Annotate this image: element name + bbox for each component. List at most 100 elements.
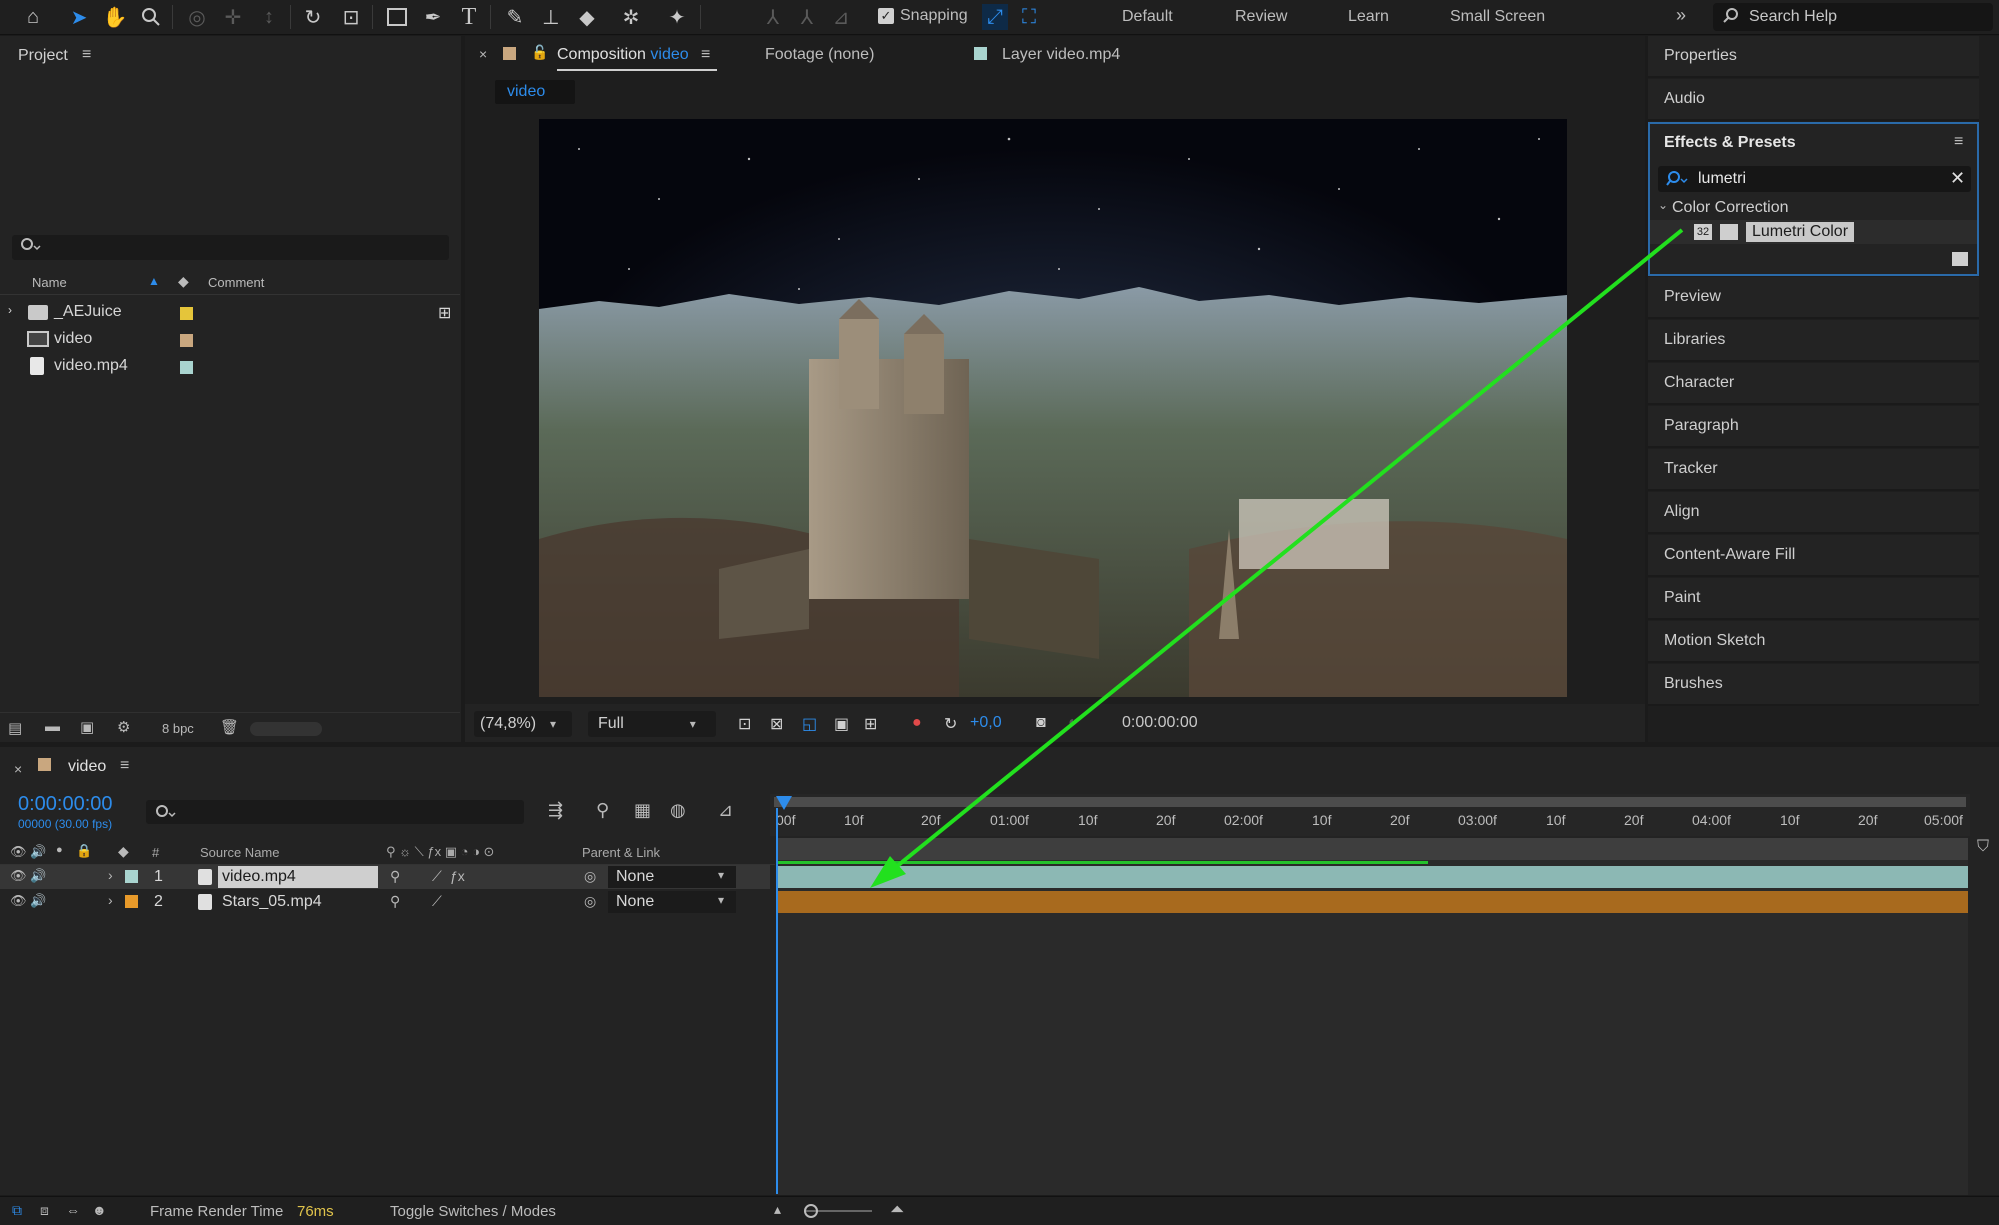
panel-menu-icon[interactable]: ≡ [1954,133,1963,151]
label-tag-icon[interactable]: ◆ [178,273,189,290]
magnification-dropdown[interactable]: (74,8%) ▾ [474,711,572,737]
label-color-swatch[interactable] [180,334,193,347]
video-visibility-icon[interactable]: 👁 [10,844,27,860]
workspace-review[interactable]: Review [1235,8,1287,26]
snap-edges-icon[interactable]: ⤢ [982,4,1008,30]
motion-blur-icon[interactable]: ◍ [670,800,686,821]
audio-icon[interactable]: 🔊 [30,868,46,884]
rotation-tool-icon[interactable]: ↻ [300,4,326,30]
thumbnail-slider[interactable] [250,722,322,736]
interpret-footage-icon[interactable]: ▤ [8,719,22,737]
label-tag-icon[interactable]: ◆ [118,843,129,860]
snapshot-camera-icon[interactable]: ◙ [1036,714,1046,732]
layer-row[interactable]: 👁 🔊 › 1 video.mp4 ⚲ ⟋ ƒx ◎ None ▾ [0,865,770,889]
layer-row[interactable]: 👁 🔊 › 2 Stars_05.mp4 ⚲ ⟋ ◎ None ▾ [0,890,770,914]
panel-align[interactable]: Align [1648,492,1979,534]
layer-bar-stars-05[interactable] [776,891,1968,913]
column-parent-link[interactable]: Parent & Link [582,845,660,860]
tab-composition[interactable]: Composition video [557,46,689,64]
pan-behind-icon[interactable]: ⊡ [338,4,364,30]
exposure-value[interactable]: +0,0 [970,714,1002,732]
panel-menu-icon[interactable]: ≡ [82,46,91,64]
project-item[interactable]: video.mp4 [0,354,460,380]
expand-layer-switches-icon[interactable]: ⧉ [12,1202,22,1219]
orbit-camera-icon[interactable]: ◎ [184,4,210,30]
lock-icon[interactable]: 🔓 [531,44,548,61]
effects-search-input[interactable]: lumetri ✕ [1658,166,1971,192]
trash-icon[interactable]: 🗑 [220,718,239,736]
hand-tool-icon[interactable]: ✋ [102,4,128,30]
effect-item-lumetri-color[interactable]: 32 Lumetri Color [1650,220,1977,244]
close-tab-icon[interactable]: × [479,46,487,62]
label-color-swatch[interactable] [180,361,193,374]
fast-previews-icon[interactable]: ⊡ [738,714,751,734]
zoom-in-icon[interactable]: ⏶ [890,1199,904,1220]
chevron-right-icon[interactable]: › [8,303,12,317]
workspace-default[interactable]: Default [1122,8,1173,26]
panel-motion-sketch[interactable]: Motion Sketch [1648,621,1979,663]
layer-name-field[interactable]: video.mp4 [218,866,378,888]
new-folder-icon[interactable] [1952,252,1968,266]
shy-switch-icon[interactable]: ⚲ [390,868,400,885]
panel-character[interactable]: Character [1648,363,1979,405]
layer-bar-video-mp4[interactable] [776,866,1968,888]
zoom-slider-thumb[interactable] [804,1204,818,1218]
transparency-grid-icon[interactable]: ⊠ [770,714,783,734]
snapping-toggle[interactable]: ✓ Snapping [878,7,968,25]
dolly-camera-icon[interactable]: ↕ [256,4,282,30]
project-item[interactable]: › _AEJuice ⊞ [0,300,460,326]
pan-camera-icon[interactable]: ✛ [220,4,246,30]
work-area-bar[interactable] [774,797,1966,807]
home-icon[interactable]: ⌂ [20,4,46,30]
pick-whip-icon[interactable]: ◎ [584,893,596,910]
viewer-timecode[interactable]: 0:00:00:00 [1122,714,1198,732]
current-time-display[interactable]: 0:00:00:00 [18,793,113,816]
new-folder-icon[interactable]: ▬ [45,718,60,735]
axis-world-icon[interactable]: ⅄ [794,4,820,30]
tab-footage[interactable]: Footage (none) [765,46,874,64]
layer-label-swatch[interactable] [125,895,138,908]
pen-tool-icon[interactable]: ✒ [420,4,446,30]
parent-dropdown[interactable]: None ▾ [608,866,736,888]
toggle-switches-modes-button[interactable]: Toggle Switches / Modes [390,1203,556,1220]
mask-visibility-icon[interactable]: ◱ [802,714,817,734]
close-tab-icon[interactable]: × [14,761,22,777]
quality-switch-icon[interactable]: ⟋ [432,893,442,910]
zoom-out-icon[interactable]: ▴ [774,1201,781,1218]
project-item[interactable]: video [0,327,460,353]
panel-menu-icon[interactable]: ≡ [120,757,129,775]
axis-local-icon[interactable]: ⅄ [760,4,786,30]
grid-guides-icon[interactable]: ⊞ [864,714,877,734]
expand-transfer-controls-icon[interactable]: ⧈ [40,1202,49,1219]
clear-search-icon[interactable]: ✕ [1950,168,1965,189]
shy-layers-icon[interactable]: ⚲ [596,800,609,821]
panel-properties[interactable]: Properties [1648,36,1979,78]
pick-whip-icon[interactable]: ◎ [584,868,596,885]
eraser-tool-icon[interactable]: ◆ [574,4,600,30]
timeline-comp-name[interactable]: video [68,758,106,776]
panel-libraries[interactable]: Libraries [1648,320,1979,362]
video-visibility-icon[interactable]: 👁 [10,868,27,884]
audio-icon[interactable]: 🔊 [30,893,46,909]
reset-exposure-icon[interactable]: ↻ [944,714,957,734]
type-tool-icon[interactable]: T [456,4,482,30]
search-help-field[interactable]: Search Help [1713,3,1993,31]
workspace-learn[interactable]: Learn [1348,8,1389,26]
composition-viewer[interactable] [539,119,1567,697]
lock-icon[interactable]: 🔒 [76,843,92,859]
frame-blending-icon[interactable]: ▦ [634,800,651,821]
shy-switch-icon[interactable]: ⚲ [390,893,400,910]
column-source-name[interactable]: Source Name [200,845,279,860]
comp-mini-flowchart-icon[interactable]: ⇶ [548,800,563,821]
solo-icon[interactable]: ● [56,844,63,856]
panel-paint[interactable]: Paint [1648,578,1979,620]
quality-switch-icon[interactable]: ⟋ [432,868,442,885]
expand-in-out-icon[interactable]: ⇔ [66,1202,80,1218]
snap-grid-icon[interactable]: ⛶ [1016,4,1042,30]
flowchart-icon[interactable]: ⊞ [438,303,451,323]
comp-breadcrumb[interactable]: video [495,80,575,104]
axis-view-icon[interactable]: ⊿ [828,4,854,30]
video-visibility-icon[interactable]: 👁 [10,893,27,909]
graph-editor-icon[interactable]: ⊿ [718,800,733,821]
clone-stamp-icon[interactable]: ⊥ [538,4,564,30]
